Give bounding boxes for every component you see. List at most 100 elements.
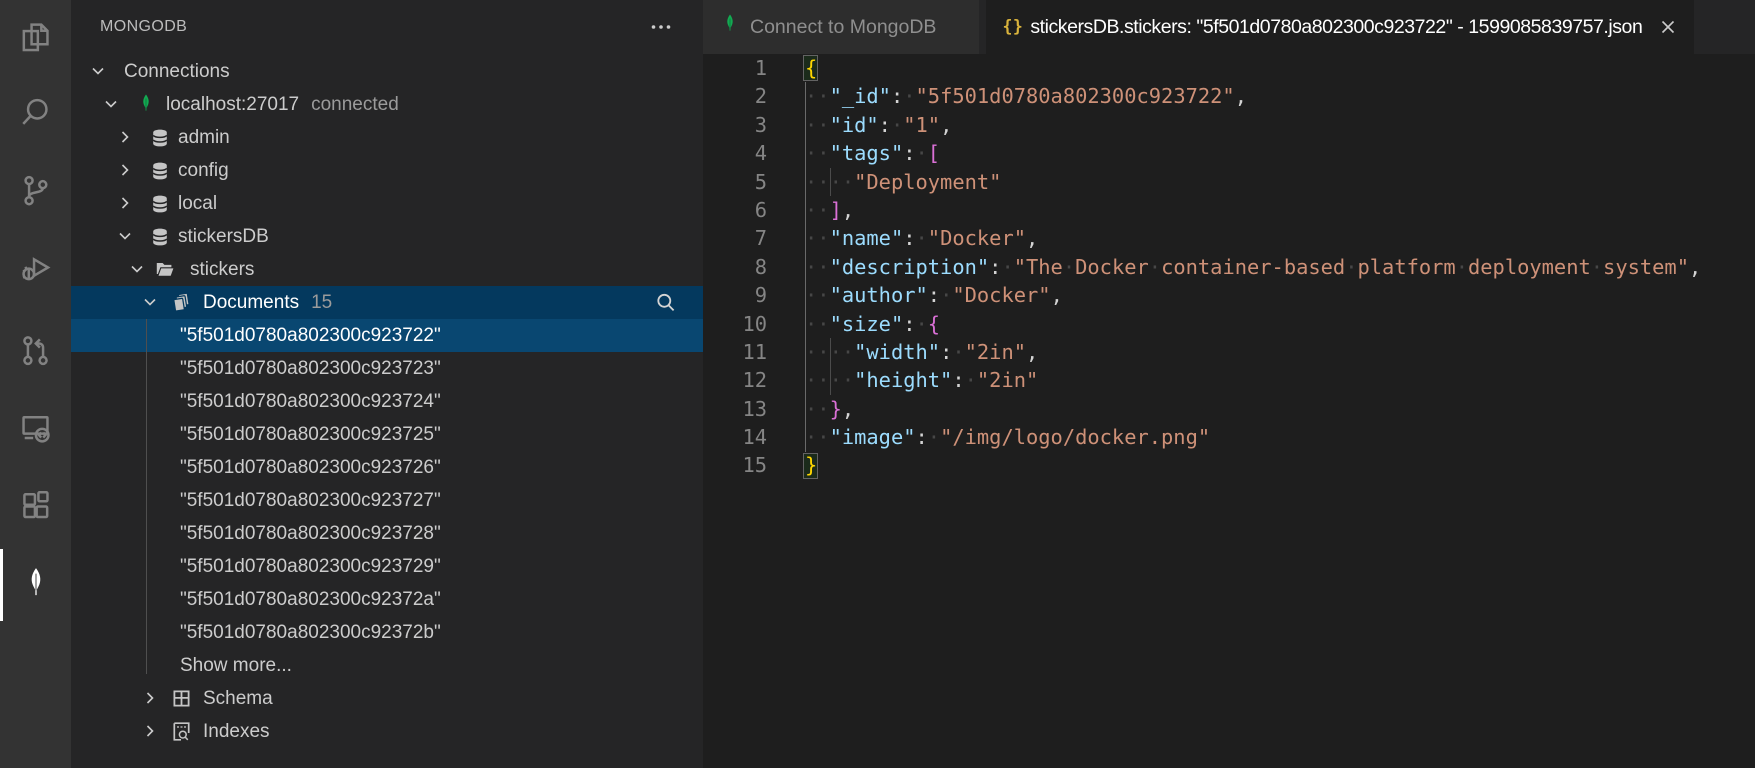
tree-item-admin[interactable]: admin bbox=[71, 121, 703, 154]
tree-item-doc-9[interactable]: "5f501d0780a802300c92372a" bbox=[71, 583, 703, 616]
activity-item-explorer[interactable] bbox=[0, 1, 71, 73]
json-braces-icon: {} bbox=[1002, 17, 1023, 37]
tree-item-doc-3[interactable]: "5f501d0780a802300c923724" bbox=[71, 385, 703, 418]
search-icon bbox=[18, 95, 53, 130]
remote-icon bbox=[18, 410, 53, 445]
tree-item-stickersDB[interactable]: stickersDB bbox=[71, 220, 703, 253]
tree-item-label: Indexes bbox=[203, 715, 270, 748]
tree-item-label: "5f501d0780a802300c923728" bbox=[180, 517, 441, 550]
chevron-down-icon[interactable] bbox=[117, 228, 133, 244]
tree-item-stickers[interactable]: stickers bbox=[71, 253, 703, 286]
activity-item-run-debug[interactable] bbox=[0, 231, 71, 303]
line-number: 8 bbox=[703, 253, 767, 281]
chevron-right-icon[interactable] bbox=[142, 690, 158, 706]
files-icon bbox=[18, 20, 53, 55]
tree-item-label: "5f501d0780a802300c923726" bbox=[180, 451, 441, 484]
tree-item-label: "5f501d0780a802300c923723" bbox=[180, 352, 441, 385]
tree-item-description: connected bbox=[311, 94, 399, 115]
tree-item-doc-2[interactable]: "5f501d0780a802300c923723" bbox=[71, 352, 703, 385]
tree-item-indexes[interactable]: Indexes bbox=[71, 715, 703, 748]
tree-item-label: config bbox=[178, 154, 229, 187]
activity-item-mongodb[interactable] bbox=[0, 549, 71, 621]
code-line-6: 6··], bbox=[703, 196, 1755, 224]
tree-item-doc-10[interactable]: "5f501d0780a802300c92372b" bbox=[71, 616, 703, 649]
activity-item-source-control[interactable] bbox=[0, 154, 71, 226]
tree-item-documents[interactable]: Documents15 bbox=[71, 286, 703, 319]
chevron-down-icon[interactable] bbox=[129, 261, 145, 277]
code-line-1: 1{ bbox=[703, 54, 1755, 82]
tree-item-label: "5f501d0780a802300c923725" bbox=[180, 418, 441, 451]
line-number: 2 bbox=[703, 82, 767, 110]
tree-item-local[interactable]: local bbox=[71, 187, 703, 220]
tree-item-localhost[interactable]: localhost:27017connected bbox=[71, 88, 703, 121]
tree-item-config[interactable]: config bbox=[71, 154, 703, 187]
database-icon bbox=[151, 194, 169, 213]
tree-item-doc-1[interactable]: "5f501d0780a802300c923722" bbox=[71, 319, 703, 352]
search-icon[interactable] bbox=[655, 292, 677, 314]
editor-code[interactable]: 1{2··"_id":·"5f501d0780a802300c923722",3… bbox=[703, 54, 1755, 768]
line-number: 1 bbox=[703, 54, 767, 82]
chevron-right-icon[interactable] bbox=[117, 129, 133, 145]
sidebar-header: MONGODB bbox=[71, 0, 703, 54]
line-number: 13 bbox=[703, 395, 767, 423]
pull-request-icon bbox=[18, 333, 53, 368]
tree-item-connections[interactable]: Connections bbox=[71, 55, 703, 88]
tree-item-label: stickersDB bbox=[178, 220, 269, 253]
sidebar-mongodb: MONGODB Connectionslocalhost:27017connec… bbox=[71, 0, 703, 768]
tab-connect[interactable]: Connect to MongoDB bbox=[703, 0, 979, 54]
line-number: 12 bbox=[703, 366, 767, 394]
line-number: 10 bbox=[703, 310, 767, 338]
tree-item-schema[interactable]: Schema bbox=[71, 682, 703, 715]
code-line-14: 14··"image":·"/img/logo/docker.png" bbox=[703, 423, 1755, 451]
tree-item-label: "5f501d0780a802300c923722" bbox=[180, 319, 441, 352]
tree-item-label: "5f501d0780a802300c92372a" bbox=[180, 583, 441, 616]
database-icon bbox=[151, 128, 169, 147]
line-number: 6 bbox=[703, 196, 767, 224]
indexes-icon bbox=[172, 722, 190, 741]
tree-item-doc-4[interactable]: "5f501d0780a802300c923725" bbox=[71, 418, 703, 451]
tree-item-label: Show more... bbox=[180, 649, 292, 682]
leaf-green-icon bbox=[137, 95, 155, 114]
tree-item-doc-7[interactable]: "5f501d0780a802300c923728" bbox=[71, 517, 703, 550]
tab-document-json[interactable]: {} stickersDB.stickers: "5f501d0780a80230… bbox=[986, 0, 1694, 54]
code-line-8: 8··"description":·"The·Docker·container-… bbox=[703, 253, 1755, 281]
tree-item-label: "5f501d0780a802300c923729" bbox=[180, 550, 441, 583]
tree-item-label: admin bbox=[178, 121, 230, 154]
chevron-down-icon[interactable] bbox=[142, 294, 158, 310]
more-actions-icon[interactable] bbox=[647, 14, 675, 40]
chevron-right-icon[interactable] bbox=[117, 162, 133, 178]
activity-item-extensions[interactable] bbox=[0, 468, 71, 540]
tree-item-doc-5[interactable]: "5f501d0780a802300c923726" bbox=[71, 451, 703, 484]
tree-item-doc-6[interactable]: "5f501d0780a802300c923727" bbox=[71, 484, 703, 517]
chevron-right-icon[interactable] bbox=[142, 723, 158, 739]
tab-separator bbox=[979, 0, 986, 54]
tree-item-doc-8[interactable]: "5f501d0780a802300c923729" bbox=[71, 550, 703, 583]
tab-label: stickersDB.stickers: "5f501d0780a802300c… bbox=[1030, 16, 1642, 39]
mongodb-leaf-icon bbox=[25, 567, 47, 604]
line-number: 15 bbox=[703, 451, 767, 479]
chevron-down-icon[interactable] bbox=[90, 63, 106, 79]
database-icon bbox=[151, 227, 169, 246]
tree-item-show-more[interactable]: Show more... bbox=[71, 649, 703, 682]
chevron-down-icon[interactable] bbox=[103, 96, 119, 112]
tree-item-label: "5f501d0780a802300c92372b" bbox=[180, 616, 441, 649]
line-number: 9 bbox=[703, 281, 767, 309]
code-line-9: 9··"author":·"Docker", bbox=[703, 281, 1755, 309]
code-line-2: 2··"_id":·"5f501d0780a802300c923722", bbox=[703, 82, 1755, 110]
source-control-icon bbox=[18, 173, 53, 208]
activity-item-pull-requests[interactable] bbox=[0, 314, 71, 386]
editor-group: Connect to MongoDB {} stickersDB.stickers:… bbox=[703, 0, 1755, 768]
connections-tree: Connectionslocalhost:27017connectedadmin… bbox=[71, 55, 703, 748]
schema-icon bbox=[172, 689, 190, 708]
activity-item-search[interactable] bbox=[0, 76, 71, 148]
line-number: 14 bbox=[703, 423, 767, 451]
activity-item-remote-explorer[interactable] bbox=[0, 391, 71, 463]
code-line-4: 4··"tags":·[ bbox=[703, 139, 1755, 167]
extensions-icon bbox=[18, 487, 53, 522]
line-number: 4 bbox=[703, 139, 767, 167]
close-icon[interactable] bbox=[1656, 15, 1680, 39]
chevron-right-icon[interactable] bbox=[117, 195, 133, 211]
code-line-10: 10··"size":·{ bbox=[703, 310, 1755, 338]
folder-open-icon bbox=[156, 260, 174, 279]
tree-item-description: 15 bbox=[311, 292, 332, 313]
